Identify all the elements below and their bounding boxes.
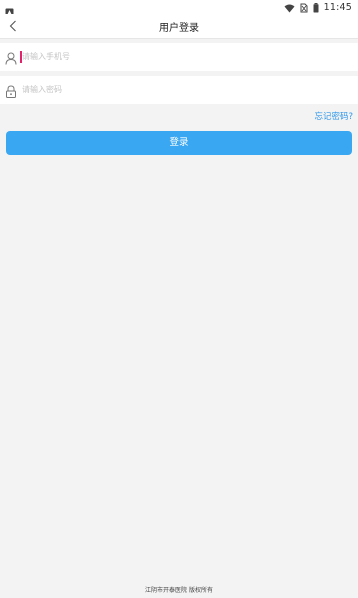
password-field-row[interactable]: 请输入密码 [0, 76, 358, 104]
page-title: 用户登录 [159, 23, 199, 34]
status-bar: 11:45 [0, 0, 358, 17]
forgot-password-link[interactable]: 忘记密码? [314, 110, 353, 122]
password-input[interactable]: 请输入密码 [22, 82, 342, 98]
status-icons: 11:45 [284, 1, 352, 13]
login-button[interactable]: 登录 [6, 131, 352, 155]
status-time: 11:45 [323, 1, 352, 13]
user-icon [5, 50, 17, 65]
phone-field-row[interactable]: 请输入手机号 [0, 43, 358, 71]
copyright-footer: 江阴市开泰医院 版权所有 [145, 587, 213, 594]
phone-input[interactable]: 请输入手机号 [22, 49, 342, 65]
lock-icon [5, 83, 17, 98]
android-notification-icon [5, 2, 14, 17]
nav-bar: 用户登录 [0, 14, 358, 39]
